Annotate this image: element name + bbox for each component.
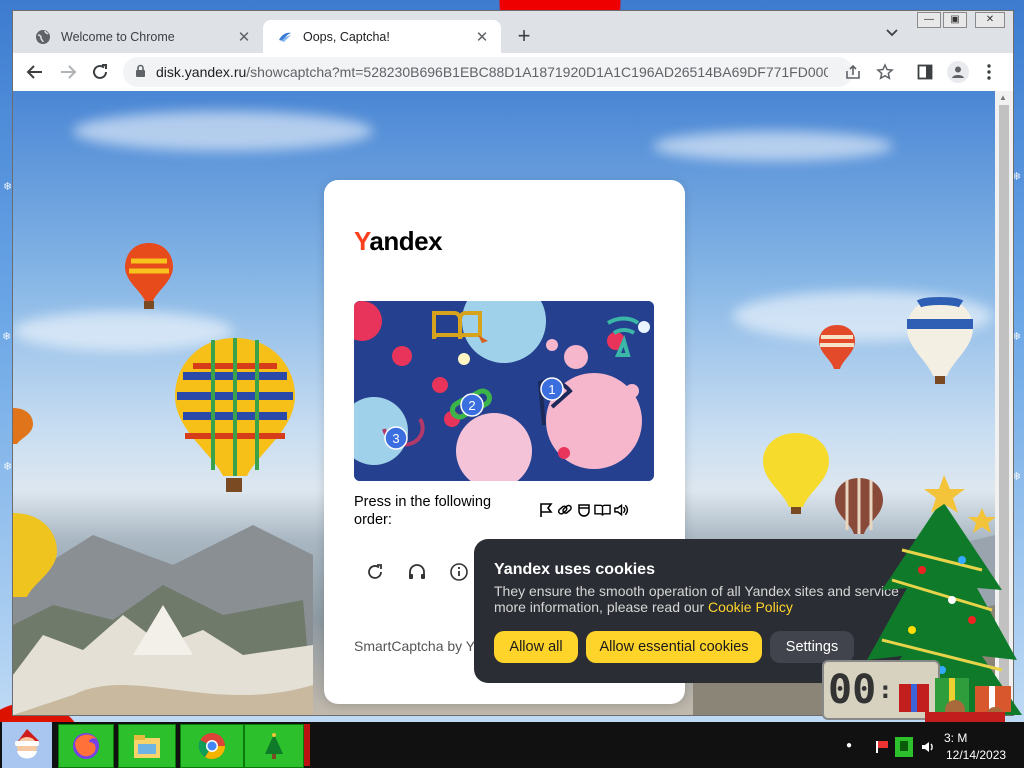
flag-tray-icon[interactable]: [874, 739, 890, 755]
challenge-marker: 1: [548, 382, 555, 397]
speaker-icon: [613, 501, 630, 518]
hot-air-balloon: [819, 325, 855, 369]
minimize-button[interactable]: —: [917, 12, 941, 28]
logo-text: andex: [369, 226, 443, 256]
clock-digits: 00: [828, 667, 877, 713]
link-icon: [556, 501, 573, 518]
network-icon[interactable]: [894, 736, 914, 758]
reload-icon[interactable]: [90, 62, 110, 82]
share-icon[interactable]: [843, 62, 863, 82]
taskbar-time[interactable]: 3: M: [944, 731, 967, 745]
hot-air-balloon: [907, 297, 973, 384]
info-icon: [450, 563, 468, 581]
taskbar-christmas-tree[interactable]: [244, 724, 304, 768]
tab-title: Oops, Captcha!: [303, 29, 390, 44]
chrome-icon: [198, 733, 226, 760]
address-bar[interactable]: disk.yandex.ru/showcaptcha?mt=528230B696…: [123, 57, 853, 87]
cookie-policy-link[interactable]: Cookie Policy: [708, 599, 793, 615]
hot-air-balloon: [13, 408, 33, 444]
tab-search-chevron-icon[interactable]: [885, 25, 899, 43]
maximize-button[interactable]: ▣: [943, 12, 967, 28]
url-path: /showcaptcha?mt=528230B696B1EBC88D1A1871…: [246, 64, 828, 80]
tab-close-icon[interactable]: ✕: [235, 28, 253, 46]
headphones-icon: [409, 564, 425, 579]
tab-title: Welcome to Chrome: [61, 29, 175, 44]
cookie-title: Yandex uses cookies: [494, 561, 655, 578]
taskbar-date[interactable]: 12/14/2023: [946, 748, 1006, 762]
cookie-text: They ensure the smooth operation of all …: [494, 583, 899, 599]
start-button[interactable]: [2, 722, 52, 768]
menu-kebab-icon[interactable]: [979, 62, 999, 82]
cookie-description: They ensure the smooth operation of all …: [494, 583, 914, 615]
snowflake-icon: ❄: [2, 331, 12, 343]
browser-toolbar: disk.yandex.ru/showcaptcha?mt=528230B696…: [13, 53, 1013, 92]
hot-air-balloon: [175, 338, 295, 492]
folder-icon: [134, 735, 160, 758]
back-arrow-icon[interactable]: [25, 62, 45, 82]
hot-air-balloon: [763, 433, 829, 514]
captcha-brand: SmartCaptcha by Y: [354, 638, 476, 654]
yandex-disk-icon: [277, 29, 293, 45]
flag-icon: [537, 501, 554, 518]
logo-letter-y: Y: [354, 226, 370, 256]
snowflake-icon: ❄: [3, 461, 13, 473]
info-button[interactable]: [448, 561, 470, 583]
url-text: disk.yandex.ru/showcaptcha?mt=528230B696…: [156, 64, 828, 80]
cookie-settings-button[interactable]: Settings: [770, 631, 854, 663]
santa-icon: [15, 729, 39, 759]
system-tray: ● 3: M 12/14/2023: [840, 724, 1024, 768]
hot-air-balloon: [125, 243, 173, 309]
bookmark-star-icon[interactable]: [875, 62, 895, 82]
profile-avatar-icon[interactable]: [947, 61, 969, 83]
allow-essential-cookies-button[interactable]: Allow essential cookies: [586, 631, 762, 663]
globe-icon: [35, 29, 51, 45]
taskbar-file-explorer[interactable]: [118, 724, 176, 768]
tab-captcha[interactable]: Oops, Captcha! ✕: [263, 20, 501, 53]
captcha-challenge-image[interactable]: 1 2 3: [354, 301, 654, 481]
firefox-icon: [73, 733, 99, 759]
christmas-tree-icon: [265, 733, 283, 759]
volume-icon[interactable]: [920, 739, 936, 755]
yandex-logo: Yandex: [354, 226, 443, 257]
forward-arrow-icon[interactable]: [58, 62, 78, 82]
hot-air-balloon: [13, 513, 57, 597]
lock-icon: [135, 64, 146, 81]
refresh-captcha-button[interactable]: [364, 561, 386, 583]
page-viewport: Yandex 1 2 3 Press in the following orde…: [13, 91, 995, 715]
url-domain: disk.yandex.ru: [156, 64, 247, 80]
taskbar-firefox[interactable]: [58, 724, 114, 768]
book-icon: [594, 501, 611, 518]
taskbar-separator: [304, 724, 310, 766]
close-window-button[interactable]: ✕: [975, 12, 1005, 28]
tab-close-icon[interactable]: ✕: [473, 28, 491, 46]
cup-icon: [575, 501, 592, 518]
scroll-up-icon[interactable]: ▲: [999, 93, 1007, 102]
taskbar-chrome[interactable]: [180, 724, 244, 768]
snowflake-icon: ❄: [3, 181, 13, 193]
tab-welcome[interactable]: Welcome to Chrome ✕: [21, 20, 263, 53]
tab-strip: Welcome to Chrome ✕ Oops, Captcha! ✕ + —…: [13, 11, 1013, 53]
gift-boxes-decoration: [899, 678, 1011, 726]
challenge-marker: 2: [468, 398, 475, 413]
new-tab-button[interactable]: +: [512, 23, 536, 49]
captcha-order-icons: [537, 501, 630, 518]
side-panel-icon[interactable]: [915, 62, 935, 82]
challenge-marker: 3: [392, 431, 399, 446]
captcha-puzzle-illustration: 1 2 3: [354, 301, 654, 481]
cookie-text: more information, please read our: [494, 599, 708, 615]
tray-dot-icon[interactable]: ●: [846, 740, 852, 751]
refresh-icon: [368, 564, 382, 579]
taskbar: ● 3: M 12/14/2023: [0, 722, 1024, 768]
captcha-instruction: Press in the following order:: [354, 494, 492, 528]
allow-all-button[interactable]: Allow all: [494, 631, 578, 663]
audio-captcha-button[interactable]: [406, 561, 428, 583]
